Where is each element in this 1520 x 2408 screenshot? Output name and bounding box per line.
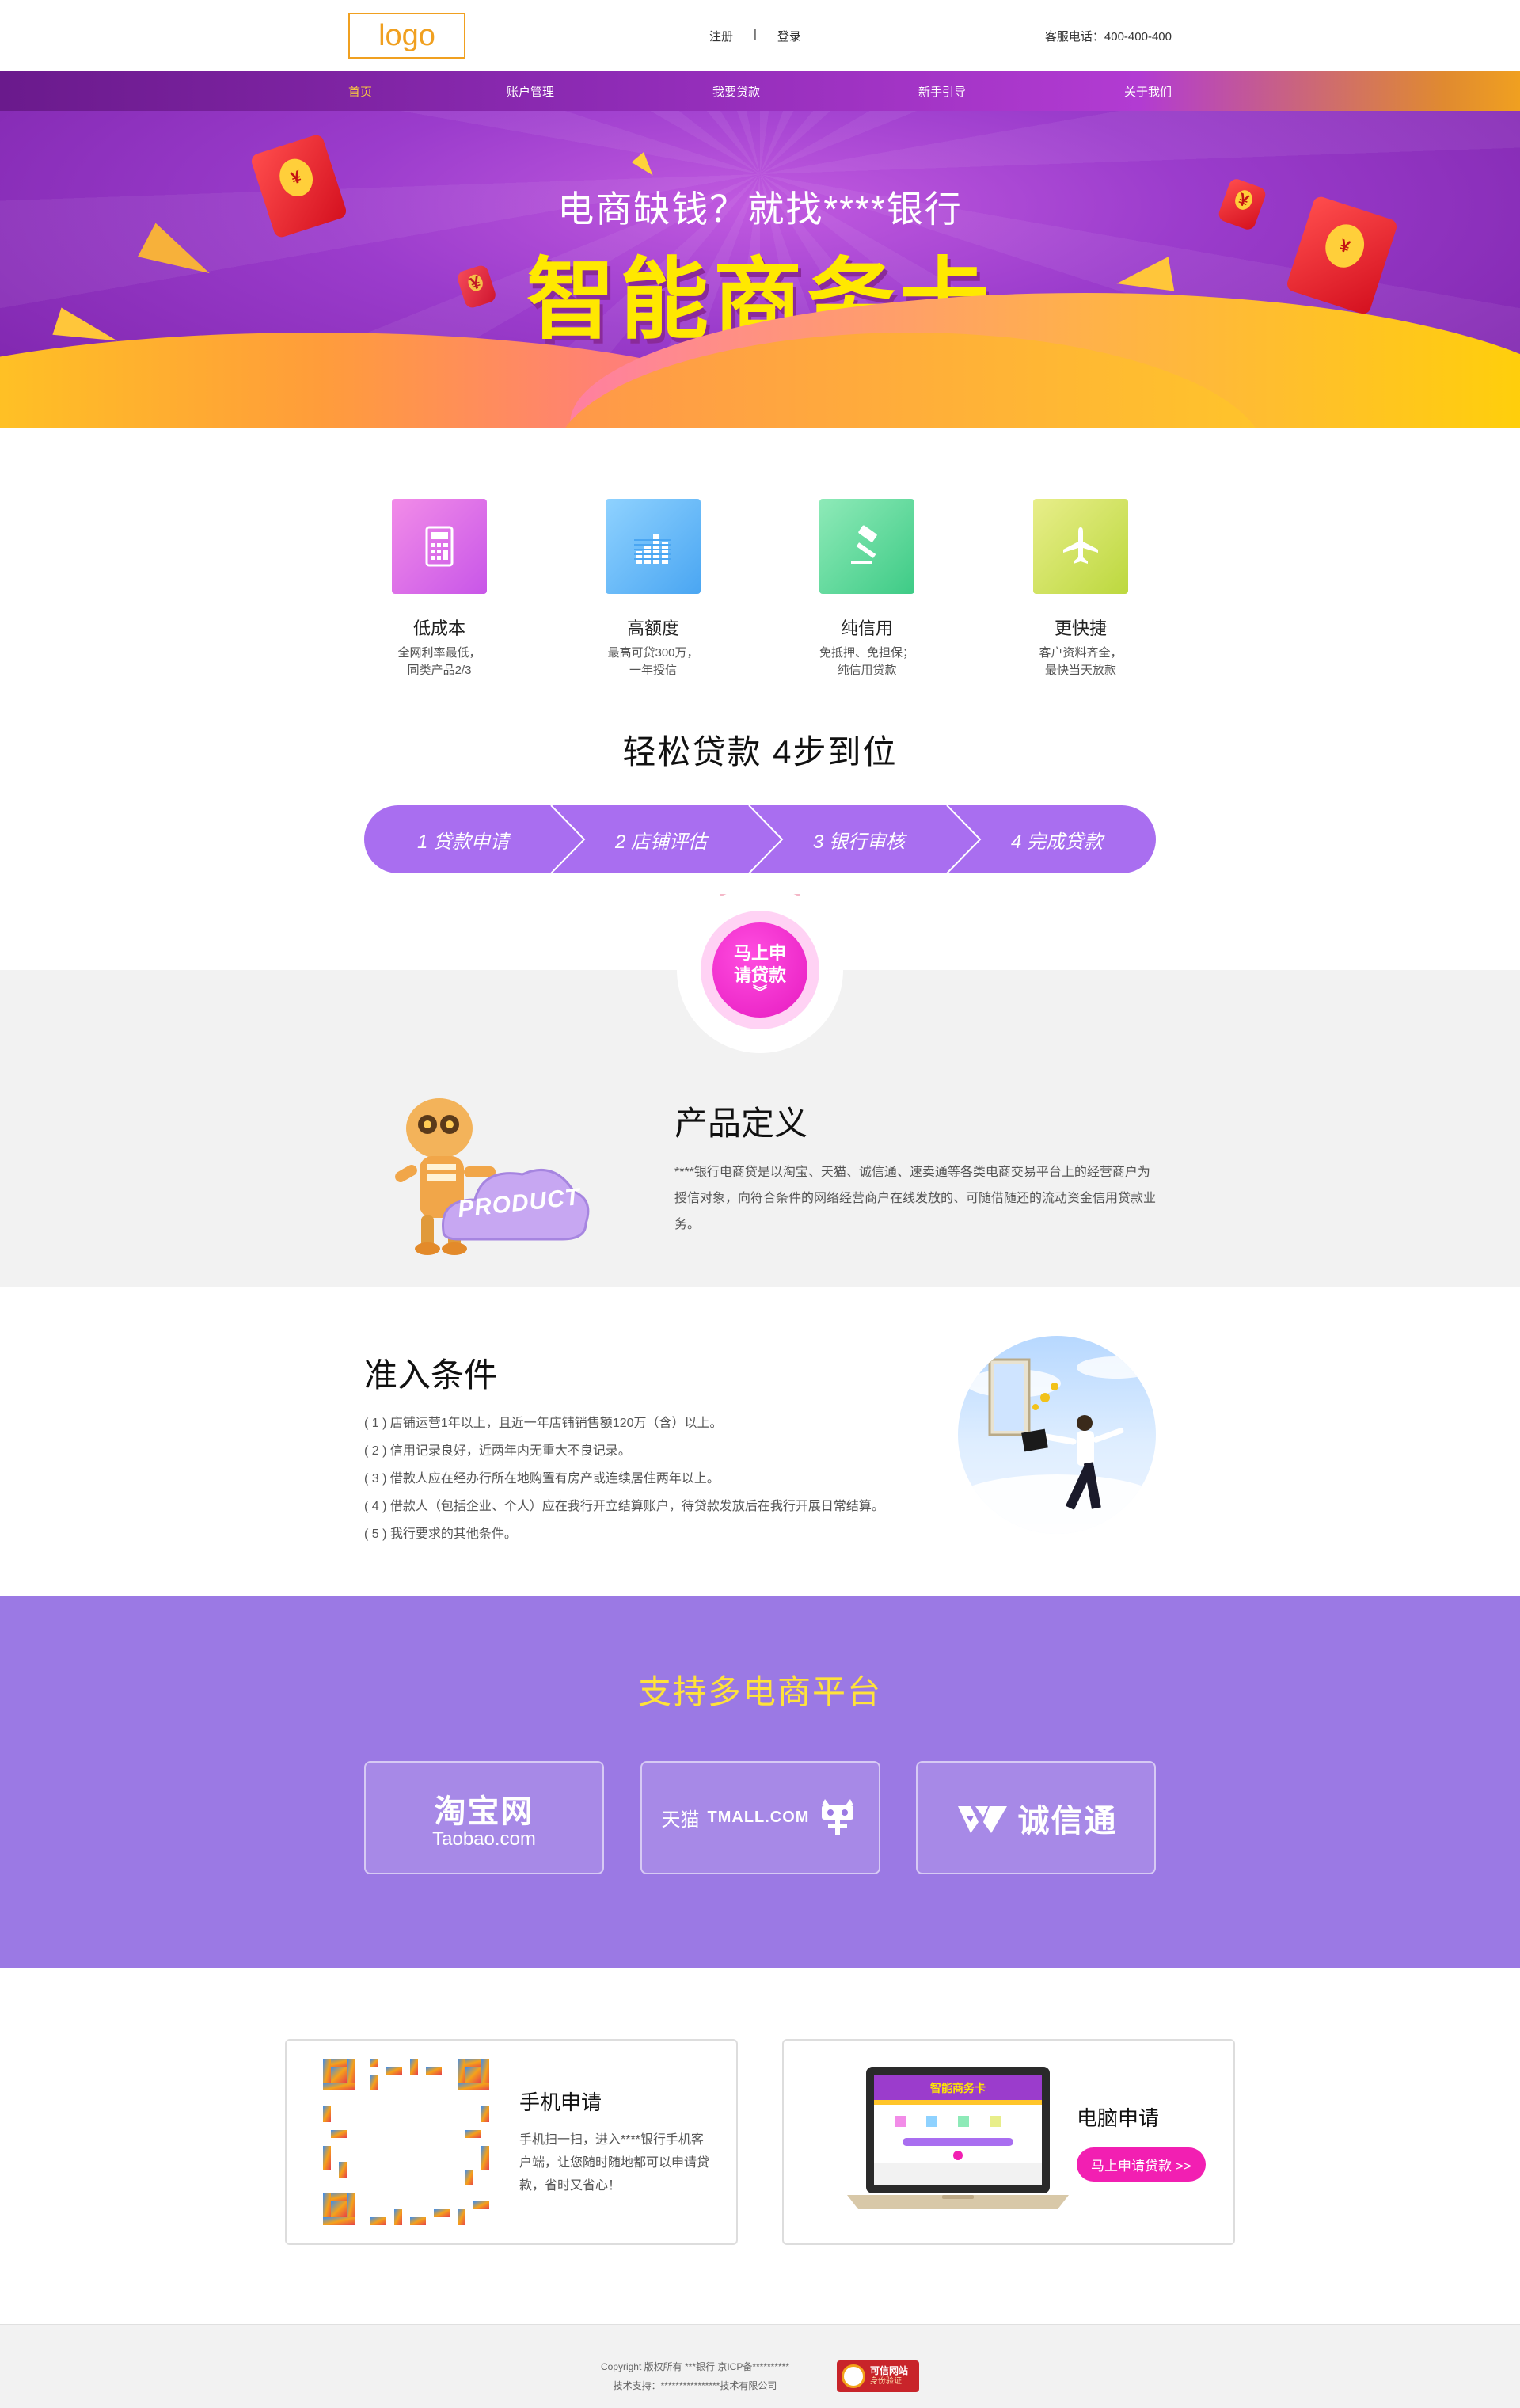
hero-banner[interactable]: 电商缺钱？就找****银行 智能商务卡	[0, 111, 1520, 428]
product-definition-section: 马上申 请贷款 ︾ PRODUCT 产品定义 ****银行电商贷是以淘宝、天猫、…	[0, 887, 1520, 1287]
tmall-cat-icon	[822, 1798, 854, 1835]
hotline-text: 客服电话：400-400-400	[1044, 29, 1172, 44]
feature-pure-credit: 纯信用 免抵押、免担保； 纯信用贷款	[792, 499, 942, 679]
product-title: 产品定义	[674, 1105, 808, 1142]
laptop-screen-title: 智能商务卡	[930, 2082, 986, 2094]
main-nav: 首页 账户管理 我要贷款 新手引导 关于我们	[0, 71, 1520, 111]
tmall-logo-text: 天猫	[661, 1809, 700, 1831]
step-label: 4 完成贷款	[1010, 831, 1103, 853]
platforms-row: 淘宝网 Taobao.com 天猫 TMALL.COM 诚信通	[364, 1761, 1156, 1874]
airplane-icon	[1033, 499, 1128, 594]
calculator-icon	[392, 499, 487, 594]
product-text: 产品定义 ****银行电商贷是以淘宝、天猫、诚信通、速卖通等各类电商交易平台上的…	[674, 1081, 1156, 1263]
robot-illustration: PRODUCT	[364, 1081, 602, 1263]
step-label: 1 贷款申请	[416, 831, 509, 853]
qr-code	[323, 2059, 489, 2225]
copyright-text: Copyright 版权所有 ***银行 京ICP备**********	[600, 2361, 790, 2372]
banner-subtitle: 电商缺钱？就找****银行	[557, 188, 963, 230]
step-label: 2 店铺评估	[614, 831, 707, 853]
register-link[interactable]: 注册	[709, 28, 733, 44]
trusted-site-badge[interactable]: 可信网站 身份验证	[837, 2360, 920, 2392]
condition-item: ( 5 ) 我行要求的其他条件。	[364, 1527, 517, 1541]
apply-loan-button[interactable]: 马上申请贷款 >>	[1077, 2147, 1206, 2182]
platforms-title: 支持多电商平台	[637, 1673, 882, 1710]
features-section: 低成本 全网利率最低， 同类产品2/3 高额度 最高可贷300万， 一年授信 纯…	[0, 428, 1520, 679]
nav-item-home[interactable]: 首页	[348, 83, 396, 100]
conditions-section: 准入条件 ( 1 ) 店铺运营1年以上，且近一年店铺销售额120万（含）以上。 …	[0, 1287, 1520, 1596]
taobao-logo-text: 淘宝网	[434, 1794, 534, 1829]
loan-steps-bar: 1 贷款申请 2 店铺评估 3 银行审核 4 完成贷款	[364, 805, 1156, 873]
condition-item: ( 1 ) 店铺运营1年以上，且近一年店铺销售额120万（含）以上。	[364, 1417, 723, 1430]
feature-title: 更快捷	[1054, 618, 1107, 638]
chengxintong-logo-text: 诚信通	[1017, 1803, 1118, 1839]
login-link[interactable]: 登录	[777, 28, 801, 44]
platform-chengxintong[interactable]: 诚信通	[916, 1761, 1156, 1874]
condition-item: ( 4 ) 借款人（包括企业、个人）应在我行开立结算账户，待贷款发放后在我行开展…	[364, 1500, 884, 1513]
feature-title: 低成本	[412, 618, 466, 638]
mobile-apply-body: 手机扫一扫，进入****银行手机客户端，让您随时随地都可以申请贷款，省时又省心！	[519, 2133, 710, 2193]
pc-apply-text: 电脑申请 马上申请贷款 >>	[1077, 2102, 1233, 2182]
taobao-domain: Taobao.com	[432, 1828, 536, 1850]
feature-high-limit: 高额度 最高可贷300万， 一年授信	[578, 499, 728, 679]
platform-taobao[interactable]: 淘宝网 Taobao.com	[364, 1761, 604, 1874]
steps-title: 轻松贷款 4步到位	[622, 733, 898, 770]
step-apply[interactable]: 1 贷款申请	[364, 805, 562, 873]
step-divider-icon	[946, 805, 982, 873]
pc-apply-title: 电脑申请	[1077, 2106, 1160, 2130]
mobile-apply-card[interactable]: 手机申请 手机扫一扫，进入****银行手机客户端，让您随时随地都可以申请贷款，省…	[285, 2039, 738, 2245]
nav-item-loan[interactable]: 我要贷款	[665, 83, 808, 100]
product-body: ****银行电商贷是以淘宝、天猫、诚信通、速卖通等各类电商交易平台上的经营商户为…	[674, 1166, 1157, 1231]
condition-item: ( 3 ) 借款人应在经办行所在地购置有房产或连续居住两年以上。	[364, 1472, 720, 1486]
feature-desc: 最高可贷300万， 一年授信	[607, 646, 699, 677]
tech-support-text: 技术支持：****************技术有限公司	[613, 2380, 777, 2391]
trust-title: 可信网站	[870, 2365, 909, 2376]
seal-icon	[842, 2364, 866, 2388]
nav-item-guide[interactable]: 新手引导	[871, 83, 1013, 100]
apply-label-line1: 马上申	[733, 943, 786, 963]
nav-item-about[interactable]: 关于我们	[1077, 83, 1219, 100]
step-label: 3 银行审核	[812, 831, 905, 853]
step-divider-icon	[748, 805, 784, 873]
pc-apply-card[interactable]: 智能商务卡 电脑申请 马上申请贷款 >>	[782, 2039, 1235, 2245]
bar-chart-icon	[606, 499, 701, 594]
trust-sub: 身份验证	[870, 2377, 902, 2386]
top-bar: logo 注册 | 登录 客服电话：400-400-400	[0, 0, 1520, 71]
site-footer: Copyright 版权所有 ***银行 京ICP备********** 技术支…	[0, 2324, 1520, 2408]
feature-faster: 更快捷 客户资料齐全， 最快当天放款	[1005, 499, 1156, 679]
gavel-icon	[819, 499, 914, 594]
nav-item-account[interactable]: 账户管理	[459, 83, 602, 100]
businessman-photo	[958, 1336, 1156, 1534]
footer-text: Copyright 版权所有 ***银行 京ICP备********** 技术支…	[601, 2357, 789, 2395]
auth-links: 注册 | 登录	[709, 28, 801, 44]
condition-item: ( 2 ) 信用记录良好，近两年内无重大不良记录。	[364, 1444, 631, 1458]
chengxintong-logo-icon	[957, 1805, 1007, 1833]
mobile-apply-text: 手机申请 手机扫一扫，进入****银行手机客户端，让您随时随地都可以申请贷款，省…	[519, 2087, 709, 2197]
conditions-list: ( 1 ) 店铺运营1年以上，且近一年店铺销售额120万（含）以上。 ( 2 )…	[364, 1409, 950, 1548]
feature-desc: 全网利率最低， 同类产品2/3	[397, 646, 481, 677]
feature-desc: 免抵押、免担保； 纯信用贷款	[819, 646, 914, 677]
step-divider-icon	[550, 805, 586, 873]
tmall-domain: TMALL.COM	[707, 1809, 810, 1826]
apply-channels-section: 手机申请 手机扫一扫，进入****银行手机客户端，让您随时随地都可以申请贷款，省…	[0, 1968, 1520, 2324]
mobile-apply-title: 手机申请	[519, 2090, 602, 2114]
feature-low-cost: 低成本 全网利率最低， 同类产品2/3	[364, 499, 515, 679]
laptop-illustration: 智能商务卡	[831, 2059, 1085, 2225]
platform-tmall[interactable]: 天猫 TMALL.COM	[640, 1761, 880, 1874]
platforms-section: 支持多电商平台 淘宝网 Taobao.com 天猫 TMALL.COM 诚信通	[0, 1596, 1520, 1968]
site-logo[interactable]: logo	[348, 13, 466, 59]
conditions-text: 准入条件 ( 1 ) 店铺运营1年以上，且近一年店铺销售额120万（含）以上。 …	[364, 1336, 950, 1548]
feature-desc: 客户资料齐全， 最快当天放款	[1039, 646, 1123, 677]
conditions-title: 准入条件	[364, 1356, 498, 1394]
feature-title: 高额度	[626, 618, 679, 638]
auth-separator: |	[754, 27, 757, 41]
feature-title: 纯信用	[840, 618, 893, 638]
